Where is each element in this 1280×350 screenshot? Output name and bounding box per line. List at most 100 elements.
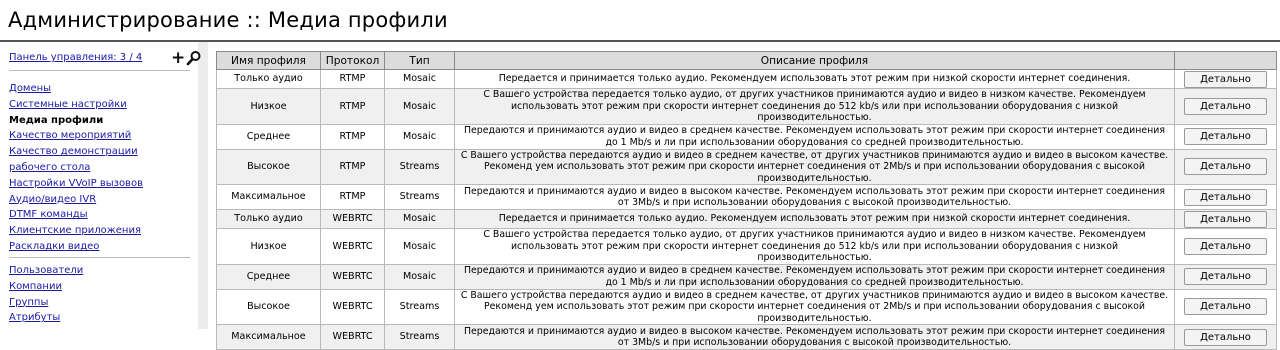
media-profiles-table: Имя профиля Протокол Тип Описание профил…: [216, 51, 1277, 350]
profile-name-cell: Среднее: [216, 263, 321, 290]
description-cell: Передается и принимается только аудио. Р…: [454, 209, 1175, 229]
table-row: Среднее RTMP Mosaic Передаются и принимаютс…: [216, 123, 1277, 150]
protocol-cell: WEBRTC: [320, 288, 385, 325]
description-cell: С Вашего устройства передаются аудио и в…: [454, 288, 1175, 325]
type-cell: Mosaic: [384, 123, 455, 150]
details-button[interactable]: Детально: [1184, 158, 1267, 176]
control-panel-row: Панель управления: 3 / 4 +: [9, 48, 202, 68]
type-cell: Streams: [384, 148, 455, 185]
description-cell: Передаются и принимаются аудио и видео в…: [454, 123, 1175, 150]
protocol-cell: WEBRTC: [320, 228, 385, 265]
page-title: Администрирование :: Медиа профили: [8, 8, 448, 32]
type-cell: Streams: [384, 324, 455, 350]
actions-cell: Детально: [1174, 148, 1277, 185]
actions-cell: Детально: [1174, 228, 1277, 265]
actions-cell: Детально: [1174, 209, 1277, 229]
sidebar-item-vvoip-settings[interactable]: Настройки VVoIP вызовов: [9, 176, 189, 192]
protocol-cell: RTMP: [320, 88, 385, 125]
add-icon[interactable]: +: [171, 48, 185, 68]
column-header-description[interactable]: Описание профиля: [454, 51, 1175, 70]
sidebar-item-domains[interactable]: Домены: [9, 81, 189, 97]
details-button[interactable]: Детально: [1184, 328, 1267, 346]
profile-name-cell: Низкое: [216, 228, 321, 265]
table-row: Высокое RTMP Streams С Вашего устройства пе…: [216, 148, 1277, 185]
table-row: Низкое RTMP Mosaic С Вашего устройства пере…: [216, 88, 1277, 125]
sidebar-item-client-apps[interactable]: Клиентские приложения: [9, 223, 189, 239]
table-row: Только аудио WEBRTC Mosaic Передается и при…: [216, 209, 1277, 229]
type-cell: Streams: [384, 288, 455, 325]
sidebar-item-desktop-sharing-quality[interactable]: Качество демонстрации рабочего стола: [9, 144, 189, 176]
profile-name-cell: Высокое: [216, 288, 321, 325]
type-cell: Mosaic: [384, 209, 455, 229]
sidebar-item-groups[interactable]: Группы: [9, 295, 189, 311]
sidebar-item-event-quality[interactable]: Качество мероприятий: [9, 128, 189, 144]
protocol-cell: RTMP: [320, 148, 385, 185]
profile-name-cell: Максимальное: [216, 184, 321, 210]
table-row: Максимальное RTMP Streams Передаются и прин…: [216, 184, 1277, 210]
protocol-cell: RTMP: [320, 184, 385, 210]
details-button[interactable]: Детально: [1184, 70, 1267, 88]
protocol-cell: RTMP: [320, 69, 385, 89]
table-row: Высокое WEBRTC Streams С Вашего устройства …: [216, 288, 1277, 325]
actions-cell: Детально: [1174, 123, 1277, 150]
admin-nav: Домены Системные настройки Медиа профили…: [9, 81, 189, 255]
details-button[interactable]: Детально: [1184, 188, 1267, 206]
sidebar-item-dtmf[interactable]: DTMF команды: [9, 207, 189, 223]
column-header-protocol[interactable]: Протокол: [320, 51, 385, 70]
table-row: Низкое WEBRTC Mosaic С Вашего устройства пе…: [216, 228, 1277, 265]
table-row: Максимальное WEBRTC Streams Передаются и пр…: [216, 324, 1277, 350]
details-button[interactable]: Детально: [1184, 210, 1267, 228]
type-cell: Mosaic: [384, 88, 455, 125]
profile-name-cell: Низкое: [216, 88, 321, 125]
sidebar-divider: [9, 70, 190, 71]
sidebar-item-attributes[interactable]: Атрибуты: [9, 310, 189, 326]
sidebar-divider: [9, 257, 190, 258]
column-header-name[interactable]: Имя профиля: [216, 51, 321, 70]
table-header-row: Имя профиля Протокол Тип Описание профил…: [216, 51, 1277, 70]
profile-name-cell: Только аудио: [216, 209, 321, 229]
actions-cell: Детально: [1174, 184, 1277, 210]
description-cell: Передается и принимается только аудио. Р…: [454, 69, 1175, 89]
protocol-cell: WEBRTC: [320, 209, 385, 229]
sidebar-item-companies[interactable]: Компании: [9, 279, 189, 295]
control-panel-link[interactable]: Панель управления: 3 / 4: [9, 52, 142, 63]
description-cell: С Вашего устройства передается только ау…: [454, 228, 1175, 265]
search-icon[interactable]: [186, 50, 202, 66]
sidebar-item-system-settings[interactable]: Системные настройки: [9, 97, 189, 113]
profile-name-cell: Высокое: [216, 148, 321, 185]
description-cell: Передаются и принимаются аудио и видео в…: [454, 184, 1175, 210]
protocol-cell: RTMP: [320, 123, 385, 150]
type-cell: Mosaic: [384, 69, 455, 89]
actions-cell: Детально: [1174, 88, 1277, 125]
actions-cell: Детально: [1174, 69, 1277, 89]
details-button[interactable]: Детально: [1184, 237, 1267, 255]
protocol-cell: WEBRTC: [320, 263, 385, 290]
table-row: Только аудио RTMP Mosaic Передается и прини…: [216, 69, 1277, 89]
actions-cell: Детально: [1174, 324, 1277, 350]
profile-name-cell: Максимальное: [216, 324, 321, 350]
details-button[interactable]: Детально: [1184, 268, 1267, 285]
description-cell: С Вашего устройства передается только ау…: [454, 88, 1175, 125]
profile-name-cell: Среднее: [216, 123, 321, 150]
profile-name-cell: Только аудио: [216, 69, 321, 89]
column-header-actions: [1174, 51, 1277, 70]
protocol-cell: WEBRTC: [320, 324, 385, 350]
description-cell: Передаются и принимаются аудио и видео в…: [454, 263, 1175, 290]
details-button[interactable]: Детально: [1184, 298, 1267, 316]
sidebar-item-av-ivr[interactable]: Аудио/видео IVR: [9, 192, 189, 208]
type-cell: Streams: [384, 184, 455, 210]
details-button[interactable]: Детально: [1184, 128, 1267, 145]
sidebar-item-video-layouts[interactable]: Раскладки видео: [9, 239, 189, 255]
description-cell: С Вашего устройства передаются аудио и в…: [454, 148, 1175, 185]
column-header-type[interactable]: Тип: [384, 51, 455, 70]
actions-cell: Детально: [1174, 288, 1277, 325]
details-button[interactable]: Детально: [1184, 97, 1267, 115]
table-row: Среднее WEBRTC Mosaic Передаются и принимаю…: [216, 263, 1277, 290]
sidebar-item-users[interactable]: Пользователи: [9, 263, 189, 279]
actions-cell: Детально: [1174, 263, 1277, 290]
sidebar-item-media-profiles[interactable]: Медиа профили: [9, 113, 189, 129]
sidebar-edge: [198, 42, 208, 329]
users-nav: Пользователи Компании Группы Атрибуты: [9, 263, 189, 326]
type-cell: Mosaic: [384, 228, 455, 265]
type-cell: Mosaic: [384, 263, 455, 290]
